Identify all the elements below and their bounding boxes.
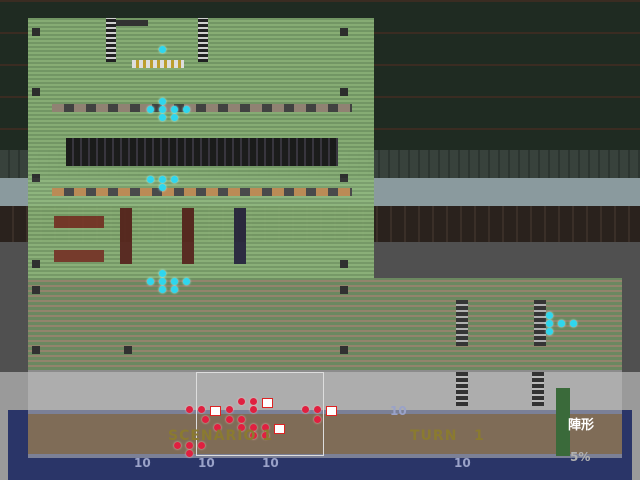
ally-unit[interactable] (159, 114, 166, 121)
column-marker (120, 208, 132, 264)
ally-unit[interactable] (546, 328, 553, 335)
ally-unit[interactable] (159, 286, 166, 293)
formation-glyph: 陣形 (568, 418, 595, 433)
post-marker (340, 286, 348, 294)
post-marker (32, 346, 40, 354)
post-marker (32, 286, 40, 294)
turn-label: TURN (410, 428, 458, 444)
battlefield-lower[interactable] (28, 370, 622, 458)
ally-unit[interactable] (159, 184, 166, 191)
post-marker (340, 260, 348, 268)
enemy-unit[interactable] (186, 450, 193, 457)
ally-unit[interactable] (159, 278, 166, 285)
ally-unit[interactable] (171, 114, 178, 121)
ally-unit[interactable] (183, 106, 190, 113)
post-marker (340, 28, 348, 36)
tower-marker (534, 300, 546, 346)
bridge-marker (132, 60, 184, 68)
building-block (66, 138, 338, 166)
dirt-road (28, 414, 622, 454)
enemy-commander[interactable] (326, 406, 337, 416)
unit-count: 10 (134, 456, 151, 470)
house-marker (54, 250, 104, 262)
ally-unit[interactable] (171, 176, 178, 183)
ally-unit[interactable] (171, 106, 178, 113)
progress-percent: 5% (570, 450, 591, 464)
ally-unit[interactable] (171, 286, 178, 293)
tower-marker (532, 372, 544, 406)
ally-unit[interactable] (570, 320, 577, 327)
column-marker (234, 208, 246, 264)
ally-unit[interactable] (546, 320, 553, 327)
wall-row (52, 104, 352, 112)
post-marker (32, 28, 40, 36)
tower-marker (456, 372, 468, 406)
ally-unit[interactable] (159, 270, 166, 277)
post-marker (340, 174, 348, 182)
tower-marker (198, 18, 208, 62)
ally-unit[interactable] (546, 312, 553, 319)
unit-count: 10 (262, 456, 279, 470)
post-marker (340, 346, 348, 354)
ally-unit[interactable] (159, 106, 166, 113)
ally-unit[interactable] (147, 278, 154, 285)
scenario-label: SCENARIO 1 (168, 428, 273, 444)
minimap-upper[interactable] (28, 18, 374, 280)
wall-row (52, 188, 352, 196)
post-marker (340, 88, 348, 96)
house-marker (54, 216, 104, 228)
unit-count: 10 (454, 456, 471, 470)
enemy-unit[interactable] (186, 406, 193, 413)
post-marker (124, 346, 132, 354)
post-marker (32, 174, 40, 182)
unit-count: 10 (390, 404, 407, 418)
turn-value: 1 (474, 428, 485, 444)
ally-unit[interactable] (147, 106, 154, 113)
ally-unit[interactable] (183, 278, 190, 285)
column-marker (182, 208, 194, 264)
minimap-lower[interactable] (28, 278, 622, 370)
ally-unit[interactable] (147, 176, 154, 183)
tower-marker (456, 300, 468, 346)
post-marker (32, 260, 40, 268)
ally-unit[interactable] (159, 176, 166, 183)
post-marker (32, 88, 40, 96)
unit-count: 10 (198, 456, 215, 470)
ally-unit[interactable] (171, 278, 178, 285)
tower-marker (106, 18, 116, 62)
ally-unit[interactable] (558, 320, 565, 327)
ally-unit[interactable] (159, 46, 166, 53)
ally-unit[interactable] (159, 98, 166, 105)
